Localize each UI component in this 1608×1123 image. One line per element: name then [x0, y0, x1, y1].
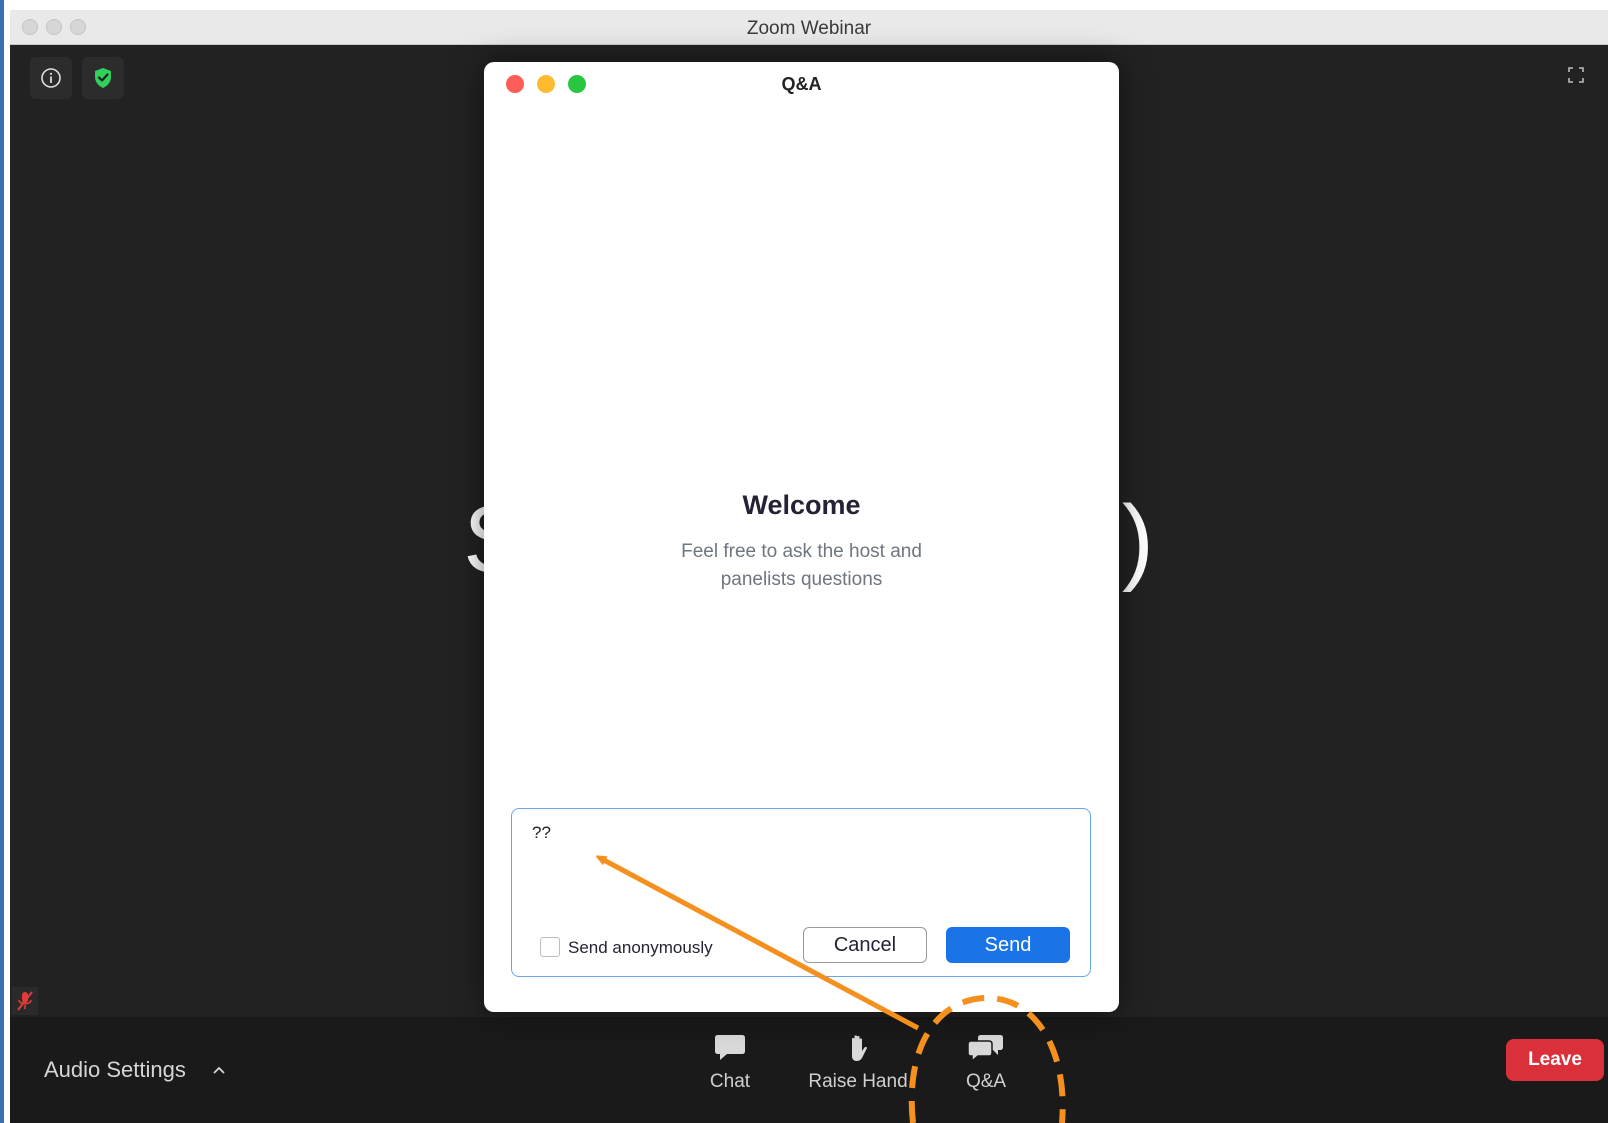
chat-label: Chat	[709, 1071, 751, 1092]
raise-hand-icon	[852, 1035, 867, 1061]
meeting-toolbar: Audio Settings Chat Raise Hand Q&A Leave	[10, 1017, 1608, 1123]
info-icon	[41, 68, 61, 88]
leave-button[interactable]: Leave	[1506, 1039, 1604, 1081]
audio-settings-label: Audio Settings	[44, 1057, 186, 1082]
welcome-message-line-2: panelists questions	[720, 569, 883, 590]
chevron-up-icon[interactable]	[212, 1065, 226, 1075]
shield-check-icon	[95, 68, 111, 88]
question-input[interactable]: ??	[532, 823, 551, 843]
meeting-info-button[interactable]	[30, 57, 72, 99]
welcome-message: Feel free to ask the host and panelists …	[644, 538, 959, 594]
window-titlebar: Zoom Webinar	[10, 10, 1608, 45]
chat-button[interactable]: Chat	[670, 1033, 790, 1093]
dialog-title: Q&A	[781, 74, 822, 94]
qa-dialog: Q&A Welcome Feel free to ask the host an…	[484, 62, 1119, 1012]
welcome-message-line-1: Feel free to ask the host and	[681, 541, 922, 562]
audio-settings-button[interactable]: Audio Settings	[44, 1057, 226, 1083]
encryption-button[interactable]	[82, 57, 124, 99]
question-composer[interactable]: ?? Send anonymously Cancel Send	[511, 808, 1091, 977]
qa-icon	[967, 1035, 1003, 1063]
send-anonymously-label[interactable]: Send anonymously	[568, 938, 713, 958]
chat-icon	[715, 1035, 745, 1060]
qa-button[interactable]: Q&A	[926, 1033, 1046, 1093]
participant-mute-indicator	[12, 987, 38, 1015]
send-anonymously-checkbox[interactable]	[540, 937, 560, 957]
fullscreen-icon[interactable]	[1566, 65, 1586, 85]
welcome-heading: Welcome	[742, 490, 861, 520]
mic-muted-icon	[17, 991, 33, 1011]
left-edge-border	[0, 0, 4, 1123]
raise-hand-label: Raise Hand	[808, 1071, 908, 1092]
qa-label: Q&A	[965, 1071, 1007, 1092]
window-title: Zoom Webinar	[746, 18, 872, 39]
cancel-button[interactable]: Cancel	[803, 927, 927, 963]
send-button[interactable]: Send	[946, 927, 1070, 963]
raise-hand-button[interactable]: Raise Hand	[798, 1033, 918, 1093]
